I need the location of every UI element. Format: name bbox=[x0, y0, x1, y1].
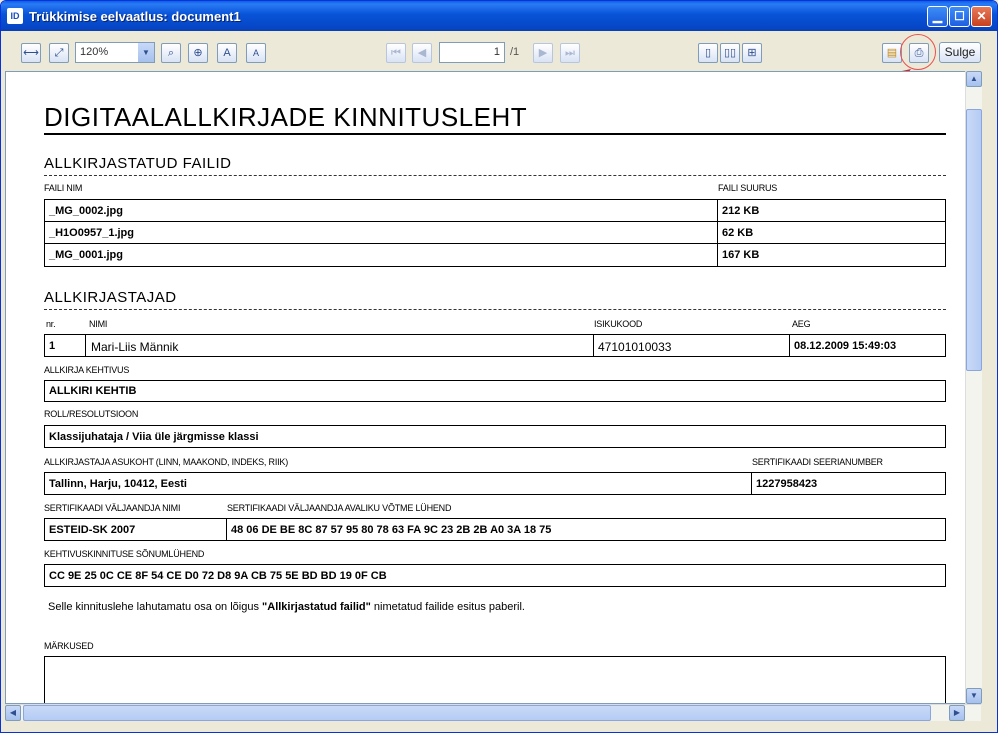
page-width-icon[interactable]: ⟷ bbox=[21, 43, 41, 63]
signer-time: 08.12.2009 15:49:03 bbox=[794, 340, 897, 352]
section-rule bbox=[44, 175, 946, 176]
files-section-title: ALLKIRJASTATUD FAILID bbox=[44, 155, 232, 172]
scroll-left-icon[interactable]: ◀ bbox=[5, 705, 21, 721]
prev-page-icon[interactable]: ◀ bbox=[412, 43, 432, 63]
issuer-key-label: SERTIFIKAADI VÄLJAANDJA AVALIKU VÕTME LÜ… bbox=[227, 503, 452, 513]
single-page-icon[interactable]: ▯ bbox=[698, 43, 718, 63]
note-text: Selle kinnituslehe lahutamatu osa on lõi… bbox=[48, 601, 525, 613]
serial-label: SERTIFIKAADI SEERIANUMBER bbox=[752, 457, 883, 467]
chevron-down-icon[interactable]: ▼ bbox=[138, 43, 154, 62]
zoom-select[interactable]: 120% ▼ bbox=[75, 42, 155, 63]
scroll-up-icon[interactable]: ▲ bbox=[966, 71, 982, 87]
location-box: Tallinn, Harju, 10412, Eesti 1227958423 bbox=[44, 472, 946, 495]
horizontal-scroll-thumb[interactable] bbox=[23, 705, 931, 721]
title-bar[interactable]: ID Trükkimise eelvaatlus: document1 ▁ ☐ … bbox=[1, 1, 997, 31]
page-setup-icon[interactable]: ▤ bbox=[882, 43, 902, 63]
title-rule bbox=[44, 133, 946, 135]
location-value: Tallinn, Harju, 10412, Eesti bbox=[49, 478, 187, 490]
signer-name: Mari-Liis Männik bbox=[91, 340, 179, 354]
first-page-icon[interactable]: ⏮ bbox=[386, 43, 406, 63]
remarks-label: MÄRKUSED bbox=[44, 641, 94, 651]
validity-value: ALLKIRI KEHTIB bbox=[49, 385, 137, 397]
digest-value: CC 9E 25 0C CE 8F 54 CE D0 72 D8 9A CB 7… bbox=[49, 570, 387, 582]
issuer-key-value: 48 06 DE BE 8C 87 57 95 80 78 63 FA 9C 2… bbox=[231, 524, 552, 536]
two-pages-icon[interactable]: ▯▯ bbox=[720, 43, 740, 63]
digest-label: KEHTIVUSKINNITUSE SÕNUMLÜHEND bbox=[44, 549, 205, 559]
col-id-code: ISIKUKOOD bbox=[594, 319, 643, 329]
fit-page-icon[interactable]: ⤢ bbox=[49, 43, 69, 63]
digest-box: CC 9E 25 0C CE 8F 54 CE D0 72 D8 9A CB 7… bbox=[44, 564, 946, 587]
table-row: _MG_0001.jpg 167 KB bbox=[44, 243, 946, 267]
vertical-scrollbar[interactable]: ▲ ▼ bbox=[965, 71, 982, 704]
zoom-out-icon[interactable]: ⌕ bbox=[161, 43, 181, 63]
file-name: _H1O0957_1.jpg bbox=[49, 227, 134, 239]
role-label: ROLL/RESOLUTSIOON bbox=[44, 409, 139, 419]
minimize-button[interactable]: ▁ bbox=[927, 6, 948, 27]
issuer-box: ESTEID-SK 2007 48 06 DE BE 8C 87 57 95 8… bbox=[44, 518, 946, 541]
file-size: 167 KB bbox=[722, 249, 760, 261]
font-larger-icon[interactable]: A bbox=[217, 43, 237, 63]
close-button[interactable]: Sulge bbox=[939, 42, 981, 63]
preview-viewport[interactable]: DIGITAALALLKIRJADE KINNITUSLEHT ALLKIRJA… bbox=[5, 71, 981, 704]
next-page-icon[interactable]: ▶ bbox=[533, 43, 553, 63]
close-window-button[interactable]: ✕ bbox=[971, 6, 992, 27]
zoom-in-icon[interactable]: ⊕ bbox=[188, 43, 208, 63]
col-file-name: FAILI NIM bbox=[44, 183, 83, 193]
scroll-right-icon[interactable]: ▶ bbox=[949, 705, 965, 721]
file-size: 212 KB bbox=[722, 205, 760, 217]
remarks-box bbox=[44, 656, 946, 703]
app-icon: ID bbox=[7, 8, 23, 24]
signer-id-code: 47101010033 bbox=[598, 340, 672, 354]
last-page-icon[interactable]: ⏭ bbox=[560, 43, 580, 63]
col-time: AEG bbox=[792, 319, 811, 329]
role-value: Klassijuhataja / Viia üle järgmisse klas… bbox=[49, 431, 259, 443]
scroll-down-icon[interactable]: ▼ bbox=[966, 688, 982, 704]
signers-section-title: ALLKIRJASTAJAD bbox=[44, 289, 177, 306]
validity-box: ALLKIRI KEHTIB bbox=[44, 380, 946, 402]
maximize-button[interactable]: ☐ bbox=[949, 6, 970, 27]
issuer-value: ESTEID-SK 2007 bbox=[49, 524, 136, 536]
location-label: ALLKIRJASTAJA ASUKOHT (LINN, MAAKOND, IN… bbox=[44, 457, 289, 467]
table-row: _MG_0002.jpg 212 KB bbox=[44, 199, 946, 222]
page-total: /1 bbox=[510, 46, 520, 58]
document-page: DIGITAALALLKIRJADE KINNITUSLEHT ALLKIRJA… bbox=[6, 72, 966, 703]
validity-label: ALLKIRJA KEHTIVUS bbox=[44, 365, 130, 375]
vertical-scroll-thumb[interactable] bbox=[966, 109, 982, 371]
window-title: Trükkimise eelvaatlus: document1 bbox=[29, 9, 241, 24]
file-name: _MG_0001.jpg bbox=[49, 249, 123, 261]
multi-page-icon[interactable]: ⊞ bbox=[742, 43, 762, 63]
file-size: 62 KB bbox=[722, 227, 754, 239]
document-title: DIGITAALALLKIRJADE KINNITUSLEHT bbox=[44, 102, 528, 132]
col-signer-name: NIMI bbox=[89, 319, 108, 329]
zoom-value: 120% bbox=[80, 46, 109, 58]
signer-nr: 1 bbox=[49, 340, 56, 352]
horizontal-scrollbar[interactable]: ◀ ▶ bbox=[5, 704, 981, 721]
page-number-input[interactable]: 1 bbox=[439, 42, 505, 63]
section-rule bbox=[44, 309, 946, 310]
issuer-label: SERTIFIKAADI VÄLJAANDJA NIMI bbox=[44, 503, 181, 513]
col-nr: nr. bbox=[46, 319, 56, 329]
table-row: _H1O0957_1.jpg 62 KB bbox=[44, 221, 946, 244]
signer-row: 1 Mari-Liis Männik 47101010033 08.12.200… bbox=[44, 334, 946, 357]
file-name: _MG_0002.jpg bbox=[49, 205, 123, 217]
font-smaller-icon[interactable]: A bbox=[246, 43, 266, 63]
print-preview-window: ID Trükkimise eelvaatlus: document1 ▁ ☐ … bbox=[0, 0, 998, 733]
col-file-size: FAILI SUURUS bbox=[718, 183, 778, 193]
role-box: Klassijuhataja / Viia üle järgmisse klas… bbox=[44, 425, 946, 448]
serial-value: 1227958423 bbox=[756, 478, 818, 490]
